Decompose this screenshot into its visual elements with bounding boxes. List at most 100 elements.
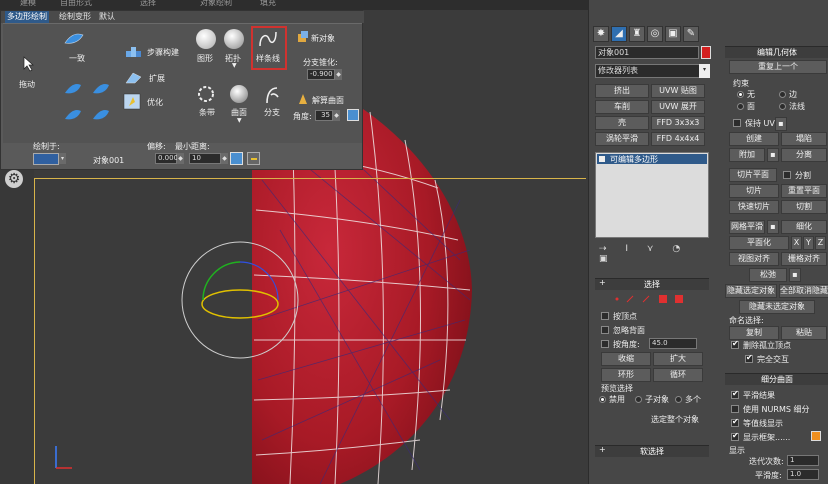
- smooth-result-checkbox[interactable]: [731, 389, 739, 399]
- rollout-toggle[interactable]: +: [599, 278, 606, 287]
- ignore-backface-checkbox[interactable]: [601, 326, 609, 334]
- spinner-icon[interactable]: ◆: [221, 153, 228, 164]
- extend-label[interactable]: 扩展: [149, 73, 165, 84]
- shell-button[interactable]: 壳: [595, 116, 649, 130]
- settings-icon[interactable]: ▪: [767, 220, 779, 234]
- offset-field[interactable]: 0.000: [155, 153, 178, 164]
- make-planar-button[interactable]: 平面化: [729, 236, 789, 250]
- motion-tab-icon[interactable]: ◎: [647, 26, 663, 42]
- strip-icon[interactable]: [197, 85, 215, 103]
- view-align-button[interactable]: 视图对齐: [729, 252, 779, 266]
- rollout-toggle[interactable]: +: [599, 445, 606, 454]
- chevron-down-icon[interactable]: ▾: [59, 153, 66, 164]
- constraint-none-radio[interactable]: [737, 91, 744, 98]
- hide-unselected-button[interactable]: 隐藏未选定对象: [739, 300, 815, 314]
- settings-icon[interactable]: ▪: [775, 117, 787, 131]
- iterations-field[interactable]: 1: [787, 455, 819, 466]
- tab-paint-deform[interactable]: 绘制变形: [57, 11, 93, 23]
- toggle-icon[interactable]: [347, 109, 359, 121]
- top-tab[interactable]: 填充: [260, 0, 276, 8]
- step-build-label[interactable]: 步骤构建: [147, 47, 179, 58]
- chevron-down-icon[interactable]: ▼: [232, 62, 237, 69]
- unhide-all-button[interactable]: 全部取消隐藏: [779, 284, 828, 298]
- top-tab[interactable]: 对象绘制: [200, 0, 232, 8]
- split-checkbox[interactable]: [783, 171, 791, 179]
- utilities-tab-icon[interactable]: ✎: [683, 26, 699, 42]
- soft-selection-rollout-header[interactable]: 软选择: [595, 445, 709, 457]
- edit-geometry-header[interactable]: 编辑几何体: [725, 46, 828, 58]
- by-vertex-checkbox[interactable]: [601, 312, 609, 320]
- subobject-icons[interactable]: [613, 294, 693, 304]
- use-nurms-checkbox[interactable]: [731, 405, 739, 413]
- display-tab-icon[interactable]: ▣: [665, 26, 681, 42]
- spinner-icon[interactable]: ◆: [177, 153, 184, 164]
- new-object-icon[interactable]: [297, 31, 309, 43]
- optimize-icon[interactable]: [123, 93, 143, 111]
- shift-scale-icon[interactable]: [91, 105, 111, 125]
- copy-button[interactable]: 复制: [729, 326, 779, 340]
- hierarchy-tab-icon[interactable]: ♜: [629, 26, 645, 42]
- minus-icon[interactable]: [247, 152, 260, 165]
- modifier-stack[interactable]: 可编辑多边形: [595, 152, 709, 238]
- min-distance-field[interactable]: 10: [189, 153, 221, 164]
- shift-brush-icon[interactable]: [91, 79, 111, 99]
- repeat-last-button[interactable]: 重复上一个: [729, 60, 827, 74]
- optimize-label[interactable]: 优化: [147, 97, 163, 108]
- paste-button[interactable]: 粘贴: [781, 326, 827, 340]
- settings-icon[interactable]: ▪: [767, 148, 779, 162]
- tab-polydraw[interactable]: 多边形绘制: [5, 11, 49, 23]
- uvw-unwrap-button[interactable]: UVW 展开: [651, 100, 705, 114]
- chevron-down-icon[interactable]: ▾: [699, 64, 710, 78]
- by-angle-checkbox[interactable]: [601, 340, 609, 348]
- modifier-list-dropdown[interactable]: 修改器列表: [595, 64, 701, 78]
- uvw-map-button[interactable]: UVW 贴图: [651, 84, 705, 98]
- object-name-field[interactable]: 对象001: [595, 46, 699, 59]
- slice-button[interactable]: 切片: [729, 184, 779, 198]
- relax-button[interactable]: 松弛: [749, 268, 787, 282]
- object-color-swatch[interactable]: [701, 46, 711, 59]
- delete-isolated-checkbox[interactable]: [731, 339, 739, 349]
- settings-icon[interactable]: ▪: [789, 268, 801, 282]
- preserve-uv-checkbox[interactable]: [733, 119, 741, 127]
- preview-multi-radio[interactable]: [675, 396, 682, 403]
- planar-y-button[interactable]: Y: [803, 236, 814, 250]
- branch-taper-field[interactable]: -0.900: [307, 69, 335, 80]
- preview-disabled-radio[interactable]: [599, 396, 606, 403]
- selection-rollout-header[interactable]: 选择: [595, 278, 709, 290]
- ring-button[interactable]: 环形: [601, 368, 651, 382]
- spinner-icon[interactable]: ◆: [333, 110, 340, 121]
- detach-button[interactable]: 分离: [781, 148, 827, 162]
- drag-icon[interactable]: [21, 55, 39, 73]
- isoline-checkbox[interactable]: [731, 417, 739, 427]
- ffd444-button[interactable]: FFD 4x4x4: [651, 132, 705, 146]
- branch-icon[interactable]: [263, 85, 281, 105]
- cage-color-swatch[interactable]: [811, 431, 821, 441]
- top-tab[interactable]: 选择: [140, 0, 156, 8]
- subdivision-header[interactable]: 细分曲面: [725, 373, 828, 385]
- shape-icon[interactable]: [196, 29, 216, 49]
- collapse-button[interactable]: 塌陷: [781, 132, 827, 146]
- top-tab[interactable]: 建模: [20, 0, 36, 8]
- ffd333-button[interactable]: FFD 3x3x3: [651, 116, 705, 130]
- lathe-button[interactable]: 车削: [595, 100, 649, 114]
- solve-surface-icon[interactable]: [298, 93, 308, 105]
- shift-rotate-icon[interactable]: [63, 105, 83, 125]
- grid-align-button[interactable]: 栅格对齐: [781, 252, 827, 266]
- cut-button[interactable]: 切割: [781, 200, 827, 214]
- angle-field[interactable]: 45.0: [649, 338, 697, 349]
- planar-x-button[interactable]: X: [791, 236, 802, 250]
- top-tab[interactable]: 自由形式: [60, 0, 92, 8]
- pick-icon[interactable]: [230, 152, 243, 165]
- tessellate-button[interactable]: 细化: [781, 220, 827, 234]
- create-button[interactable]: 创建: [729, 132, 779, 146]
- planar-z-button[interactable]: Z: [815, 236, 826, 250]
- draw-on-dropdown[interactable]: [33, 153, 59, 165]
- gear-icon[interactable]: ⚙: [5, 170, 23, 188]
- quickslice-button[interactable]: 快速切片: [729, 200, 779, 214]
- reset-plane-button[interactable]: 重置平面: [781, 184, 827, 198]
- spinner-icon[interactable]: ◆: [335, 69, 342, 80]
- modify-tab-icon[interactable]: ◢: [611, 26, 627, 42]
- extrude-button[interactable]: 挤出: [595, 84, 649, 98]
- loop-button[interactable]: 循环: [653, 368, 703, 382]
- tab-default[interactable]: 默认: [97, 11, 117, 23]
